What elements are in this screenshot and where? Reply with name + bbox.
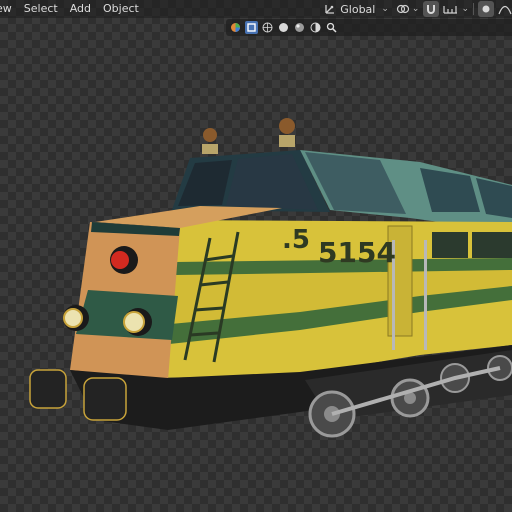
horn-left-base (202, 144, 218, 154)
headlight-right-lens (123, 311, 145, 333)
horn-right (279, 118, 295, 134)
red-marker-lens (111, 251, 129, 269)
headlight-left-lens (63, 308, 83, 328)
handrail-2 (424, 240, 427, 350)
side-window-1 (432, 232, 468, 258)
loco-number: 5154 (318, 236, 396, 269)
horn-right-base (279, 135, 295, 147)
side-window-2 (472, 232, 512, 258)
locomotive-model[interactable]: 5154 .5 (0, 0, 512, 512)
horn-left (203, 128, 217, 142)
buffer-right (83, 377, 127, 421)
buffer-left (29, 369, 67, 409)
loco-number-nose: .5 (282, 225, 310, 255)
